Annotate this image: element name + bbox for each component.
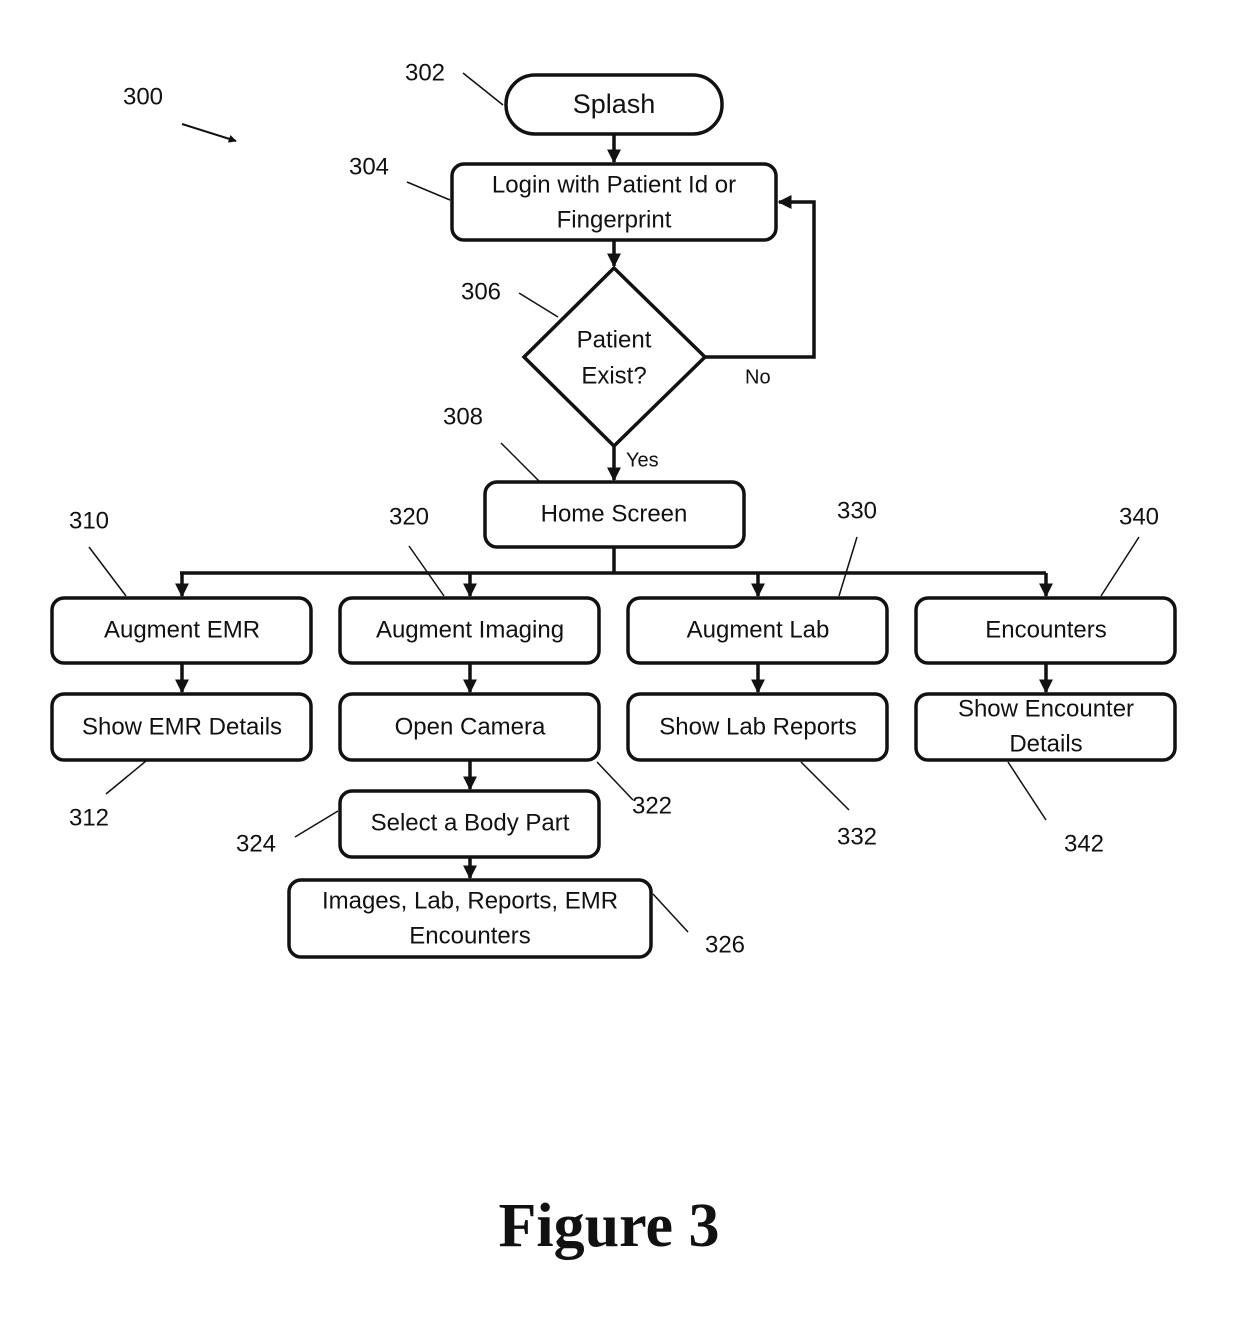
ref-324: 324 [236, 830, 276, 857]
node-label: Augment Imaging [376, 616, 564, 643]
ref-330: 330 [837, 497, 877, 524]
node-encounters: Encounters [914, 596, 1177, 665]
leader-308 [500, 442, 540, 482]
edge-label-no: No [745, 366, 771, 388]
node-label-line1: Images, Lab, Reports, EMR [322, 887, 618, 914]
node-patient-exist: Patient Exist? [521, 265, 708, 449]
decision-shape [521, 265, 708, 449]
figure-pointer-arrow [181, 123, 237, 143]
leader-330 [838, 536, 858, 597]
node-label-line2: Details [1009, 730, 1082, 757]
leader-320 [408, 545, 445, 597]
leader-310 [88, 546, 127, 597]
node-show-encounter-details: Show Encounter Details [914, 692, 1177, 762]
ref-304: 304 [349, 153, 389, 180]
ref-312: 312 [69, 804, 109, 831]
node-label-line1: Show Encounter [958, 695, 1134, 722]
node-splash: Splash [504, 73, 724, 136]
node-label: Show Lab Reports [659, 713, 856, 740]
leader-312 [105, 760, 147, 795]
ref-310: 310 [69, 507, 109, 534]
node-label: Splash [573, 89, 656, 119]
leader-322 [596, 761, 634, 801]
node-label: Home Screen [541, 500, 688, 527]
node-label: Show EMR Details [82, 713, 282, 740]
ref-332: 332 [837, 823, 877, 850]
ref-300: 300 [123, 83, 163, 110]
node-augment-imaging: Augment Imaging [338, 596, 601, 665]
node-label-line2: Fingerprint [557, 206, 672, 233]
leader-304 [406, 181, 451, 201]
node-label-line1: Patient [577, 326, 652, 353]
ref-340: 340 [1119, 503, 1159, 530]
node-label: Encounters [985, 616, 1106, 643]
leader-340 [1100, 536, 1140, 597]
node-select-body-part: Select a Body Part [338, 789, 601, 859]
node-label: Select a Body Part [371, 809, 570, 836]
leader-342 [1007, 761, 1047, 821]
node-label: Open Camera [395, 713, 546, 740]
leader-302 [462, 72, 504, 106]
leader-324 [294, 810, 339, 838]
ref-320: 320 [389, 503, 429, 530]
node-show-lab-reports: Show Lab Reports [626, 692, 889, 762]
ref-308: 308 [443, 403, 483, 430]
ref-326: 326 [705, 931, 745, 958]
node-label-line1: Login with Patient Id or [492, 171, 736, 198]
leader-306 [518, 292, 559, 318]
leader-332 [800, 761, 850, 811]
node-login: Login with Patient Id or Fingerprint [450, 162, 778, 242]
figure-caption: Figure 3 [499, 1192, 720, 1260]
node-augment-lab: Augment Lab [626, 596, 889, 665]
node-show-emr-details: Show EMR Details [50, 692, 313, 762]
node-open-camera: Open Camera [338, 692, 601, 762]
ref-342: 342 [1064, 830, 1104, 857]
ref-302: 302 [405, 59, 445, 86]
flowchart-diagram: 300 Splash Login with Patient Id or Fing… [50, 59, 1177, 1260]
ref-306: 306 [461, 278, 501, 305]
node-label: Augment EMR [104, 616, 260, 643]
ref-322: 322 [632, 792, 672, 819]
edge-label-yes: Yes [626, 449, 659, 471]
node-images-lab-reports: Images, Lab, Reports, EMR Encounters [287, 878, 653, 959]
leader-326 [652, 893, 689, 933]
node-label-line2: Exist? [581, 362, 646, 389]
node-augment-emr: Augment EMR [50, 596, 313, 665]
node-home-screen: Home Screen [483, 480, 746, 549]
node-label-line2: Encounters [409, 922, 530, 949]
node-label: Augment Lab [687, 616, 830, 643]
